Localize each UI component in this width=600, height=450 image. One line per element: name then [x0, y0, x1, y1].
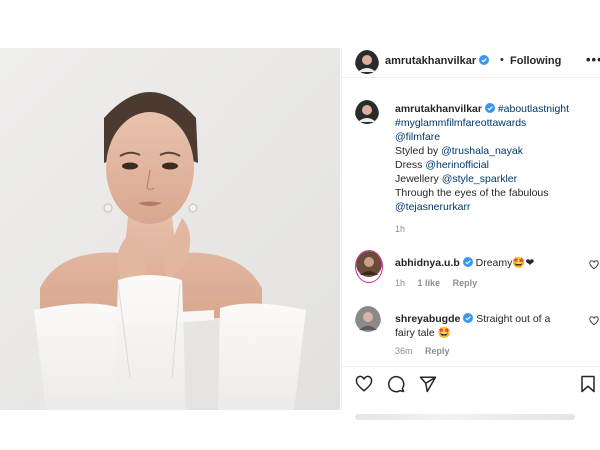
- comment-text: abhidnya.u.b Dreamy🤩❤: [395, 256, 585, 270]
- comment-likes[interactable]: 1 like: [418, 278, 441, 288]
- paper-plane-icon[interactable]: [419, 375, 437, 393]
- reply-button[interactable]: Reply: [453, 278, 478, 288]
- header-separator: •: [500, 54, 504, 66]
- cropped-text-line: [355, 414, 575, 420]
- caption-text: amrutakhanvilkar #aboutlastnight #myglam…: [395, 102, 595, 214]
- mention-link[interactable]: @style_sparkler: [442, 173, 517, 185]
- verified-badge-icon: [479, 55, 490, 65]
- mention-link[interactable]: @herinofficial: [425, 159, 489, 171]
- commenter-username[interactable]: shreyabugde: [395, 313, 460, 325]
- mention-link[interactable]: @tejasnerurkarr: [395, 201, 470, 213]
- heart-icon[interactable]: [355, 375, 373, 393]
- comment-emoji: 🤩: [437, 327, 451, 339]
- verified-badge-icon: [462, 257, 473, 267]
- comment-timestamp[interactable]: 1h: [395, 278, 405, 288]
- bookmark-icon[interactable]: [580, 375, 596, 393]
- heart-icon[interactable]: [589, 316, 599, 326]
- comment-meta: 1h 1 like Reply: [395, 278, 487, 288]
- comment-text: shreyabugde Straight out of a fairy tale…: [395, 312, 585, 340]
- verified-badge-icon: [484, 103, 495, 113]
- author-avatar-image: [355, 50, 379, 74]
- more-options-icon[interactable]: •••: [586, 52, 600, 67]
- commenter-avatar[interactable]: [355, 250, 383, 283]
- comment-icon[interactable]: [387, 375, 405, 393]
- following-button[interactable]: Following: [510, 55, 561, 67]
- commenter-avatar[interactable]: [355, 306, 381, 337]
- post-header: amrutakhanvilkar • Following •••: [342, 48, 600, 78]
- caption-timestamp[interactable]: 1h: [395, 224, 405, 234]
- heart-icon[interactable]: [589, 260, 599, 270]
- author-username[interactable]: amrutakhanvilkar: [385, 55, 490, 67]
- comment-emoji: 🤩❤: [512, 257, 535, 269]
- likes-summary-cropped: [341, 410, 600, 450]
- comment-meta: 36m Reply: [395, 346, 460, 356]
- post-photo[interactable]: [0, 48, 340, 410]
- hashtag-link[interactable]: #myglammfilmfareottawards: [395, 117, 526, 129]
- portrait-image: [0, 48, 340, 410]
- comment-body: Straight out of a: [476, 313, 551, 325]
- caption-line: Through the eyes of the fabulous: [395, 187, 549, 199]
- caption-line: Jewellery: [395, 173, 442, 185]
- commenter-avatar-image: [355, 306, 381, 332]
- verified-badge-icon: [463, 313, 474, 323]
- post-actions-bar: [342, 366, 600, 396]
- comment-body-continued: fairy tale: [395, 327, 435, 339]
- commenter-username[interactable]: abhidnya.u.b: [395, 257, 460, 269]
- mention-link[interactable]: @trushala_nayak: [441, 145, 523, 157]
- caption-avatar[interactable]: [355, 100, 379, 129]
- commenter-avatar-image: [356, 251, 382, 277]
- caption-line: Styled by: [395, 145, 442, 157]
- author-username-text: amrutakhanvilkar: [385, 55, 477, 67]
- mention-link[interactable]: @filmfare: [395, 131, 440, 143]
- hashtag-link[interactable]: #aboutlastnight: [498, 103, 569, 115]
- post-side-panel: amrutakhanvilkar • Following ••• amrutak…: [341, 48, 600, 410]
- caption-avatar-image: [355, 100, 379, 124]
- instagram-post: amrutakhanvilkar • Following ••• amrutak…: [0, 48, 600, 410]
- comment-timestamp[interactable]: 36m: [395, 346, 413, 356]
- caption-line: Dress: [395, 159, 426, 171]
- comment-body: Dreamy: [475, 257, 513, 269]
- author-avatar[interactable]: [355, 50, 379, 79]
- reply-button[interactable]: Reply: [425, 346, 450, 356]
- caption-username[interactable]: amrutakhanvilkar: [395, 103, 482, 115]
